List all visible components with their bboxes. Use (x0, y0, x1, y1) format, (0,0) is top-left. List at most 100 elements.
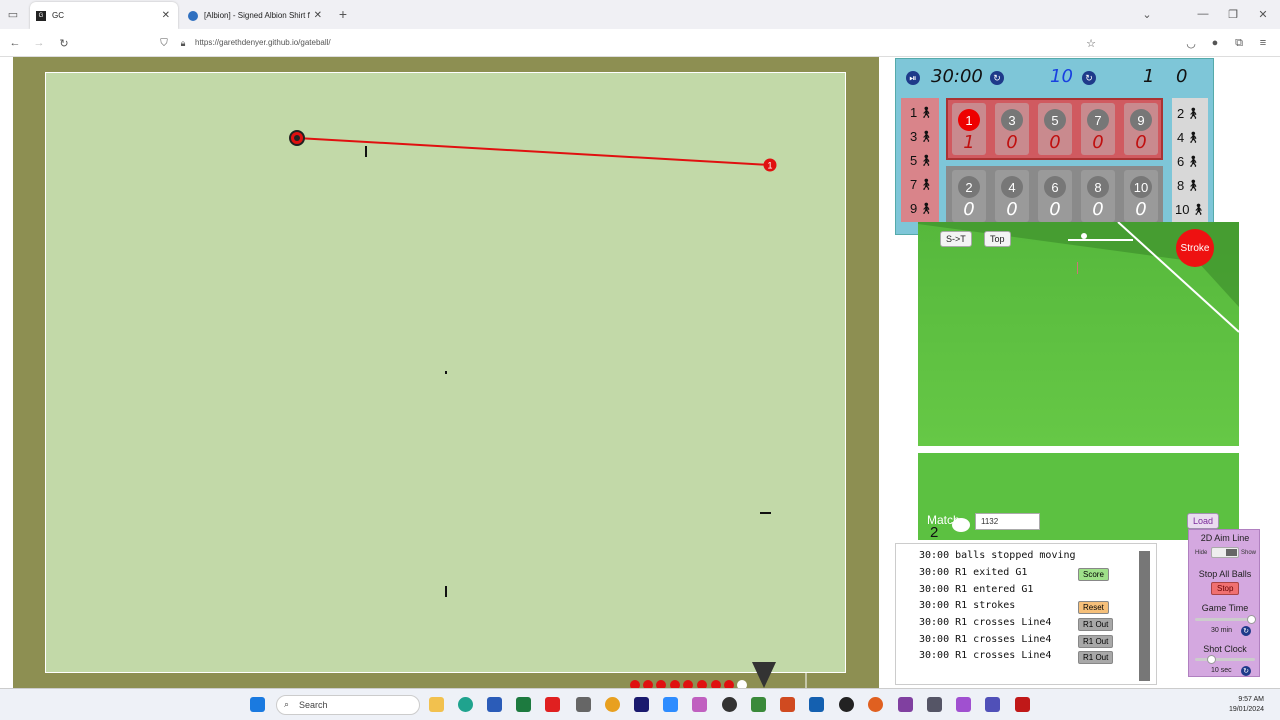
youtube-icon[interactable] (545, 697, 560, 712)
player-icon: 🚶︎ (1191, 204, 1206, 216)
file-explorer-icon[interactable] (429, 697, 444, 712)
zoom-icon[interactable] (663, 697, 678, 712)
seed-input[interactable] (975, 513, 1040, 530)
chrome-icon[interactable] (605, 697, 620, 712)
stroke-button[interactable]: Stroke (1176, 229, 1214, 267)
new-tab-icon[interactable]: + (334, 5, 352, 23)
tab-list-icon[interactable]: ▭ (4, 5, 22, 23)
close-tab-icon[interactable]: ✕ (162, 10, 170, 21)
app-icon[interactable] (898, 697, 913, 712)
red-player-5[interactable]: 5 🚶︎ (910, 153, 933, 168)
red-player-1[interactable]: 1 🚶︎ (910, 105, 933, 120)
white-cell-8[interactable]: 80 (1081, 170, 1115, 222)
white-cell-4[interactable]: 40 (995, 170, 1029, 222)
3d-view[interactable] (918, 222, 1239, 540)
close-window-icon[interactable]: ✕ (1254, 5, 1272, 23)
reset-time-icon[interactable]: ↻ (990, 71, 1004, 85)
system-clock[interactable]: 9:57 AM 19/01/2024 (1229, 695, 1264, 715)
log-action-button[interactable]: R1 Out (1078, 618, 1114, 631)
player-icon: 🚶︎ (919, 155, 934, 167)
edge-icon[interactable] (458, 697, 473, 712)
log-action-button[interactable]: R1 Out (1078, 635, 1114, 648)
premiere-icon[interactable] (634, 697, 649, 712)
court[interactable] (45, 72, 846, 673)
play-pause-icon[interactable]: ⏯ (906, 71, 920, 85)
ball-score: 0 (963, 199, 975, 220)
white-score-panel: 20 40 60 80 10 0 (946, 166, 1163, 222)
app-icon[interactable] (839, 697, 854, 712)
app-icon[interactable] (692, 697, 707, 712)
app-icon[interactable] (722, 697, 737, 712)
red-player-7[interactable]: 7 🚶︎ (910, 177, 933, 192)
tab-gc[interactable]: G GC ✕ (30, 2, 178, 29)
close-tab-icon[interactable]: ✕ (314, 10, 322, 21)
red-player-9[interactable]: 9 🚶︎ (910, 201, 933, 216)
red-cell-5[interactable]: 50 (1038, 103, 1072, 155)
url-bar[interactable]: https://garethdenyer.github.io/gateball/ (195, 38, 331, 47)
red-cell-3[interactable]: 30 (995, 103, 1029, 155)
shot-clock-slider[interactable] (1195, 655, 1255, 664)
log-action-button[interactable]: Reset (1078, 601, 1109, 614)
shield-icon[interactable]: ⛉ (155, 34, 173, 52)
red-cell-1[interactable]: 11 (952, 103, 986, 155)
app-icon[interactable] (927, 697, 942, 712)
windows-start-icon[interactable] (250, 697, 265, 712)
lock-icon: 🔒︎ (180, 37, 186, 48)
stop-button[interactable]: Stop (1211, 582, 1240, 595)
reset-shot-clock-setting-icon[interactable]: ↻ (1241, 666, 1251, 676)
st-button[interactable]: S->T (940, 231, 972, 247)
extensions-icon[interactable]: ⧉ (1230, 34, 1248, 52)
taskbar-search[interactable]: Search (276, 695, 420, 715)
powerpoint-icon[interactable] (780, 697, 795, 712)
white-cell-2[interactable]: 20 (952, 170, 986, 222)
firefox-icon[interactable] (868, 697, 883, 712)
aim-line-toggle[interactable] (1211, 547, 1239, 558)
white-player-10[interactable]: 10 🚶︎ (1175, 202, 1205, 217)
acrobat-icon[interactable] (1015, 697, 1030, 712)
tab-title: GC (52, 11, 64, 20)
chevron-down-icon[interactable]: ⌄ (1138, 5, 1156, 23)
load-button[interactable]: Load (1187, 513, 1220, 529)
pocket-icon[interactable]: ◡ (1182, 34, 1200, 52)
ball-number: 2 (958, 176, 980, 198)
excel-icon[interactable] (516, 697, 531, 712)
log-action-button[interactable]: R1 Out (1078, 651, 1114, 664)
slider-knob[interactable] (1207, 655, 1216, 664)
slider-knob[interactable] (1247, 615, 1256, 624)
top-view-button[interactable]: Top (984, 231, 1011, 247)
white-player-8[interactable]: 8 🚶︎ (1177, 178, 1200, 193)
red-cell-7[interactable]: 70 (1081, 103, 1115, 155)
log-action-button[interactable]: Score (1078, 568, 1109, 581)
game-time-slider[interactable] (1195, 615, 1256, 624)
red-cell-9[interactable]: 90 (1124, 103, 1158, 155)
outlook-icon[interactable] (809, 697, 824, 712)
ball-score: 0 (1092, 199, 1104, 220)
tab-albion[interactable]: [Albion] - Signed Albion Shirt f ✕ (182, 2, 330, 29)
back-icon[interactable]: ← (6, 34, 24, 52)
restore-icon[interactable]: ❐ (1224, 5, 1242, 23)
app-icon[interactable] (956, 697, 971, 712)
white-cell-10[interactable]: 10 0 (1124, 170, 1158, 222)
reset-game-time-icon[interactable]: ↻ (1241, 626, 1251, 636)
log-scrollbar[interactable] (1139, 551, 1150, 681)
ball-score: 0 (1006, 132, 1018, 153)
reload-icon[interactable]: ↻ (55, 34, 73, 52)
teams-icon[interactable] (985, 697, 1000, 712)
tab-title: [Albion] - Signed Albion Shirt f (204, 11, 310, 20)
reset-shot-clock-icon[interactable]: ↻ (1082, 71, 1096, 85)
clock-time: 9:57 AM (1238, 696, 1264, 703)
app-icon[interactable] (576, 697, 591, 712)
word-icon[interactable] (487, 697, 502, 712)
menu-icon[interactable]: ≡ (1254, 34, 1272, 52)
account-icon[interactable]: ● (1206, 34, 1224, 52)
white-cell-6[interactable]: 60 (1038, 170, 1072, 222)
minimize-icon[interactable]: — (1194, 5, 1212, 23)
bookmark-star-icon[interactable]: ☆ (1082, 34, 1100, 52)
app-icon[interactable] (751, 697, 766, 712)
white-player-6[interactable]: 6 🚶︎ (1177, 154, 1200, 169)
white-player-2[interactable]: 2 🚶︎ (1177, 106, 1200, 121)
red-player-3[interactable]: 3 🚶︎ (910, 129, 933, 144)
white-ball-icon (952, 518, 970, 532)
white-player-4[interactable]: 4 🚶︎ (1177, 130, 1200, 145)
forward-icon[interactable]: → (30, 34, 48, 52)
